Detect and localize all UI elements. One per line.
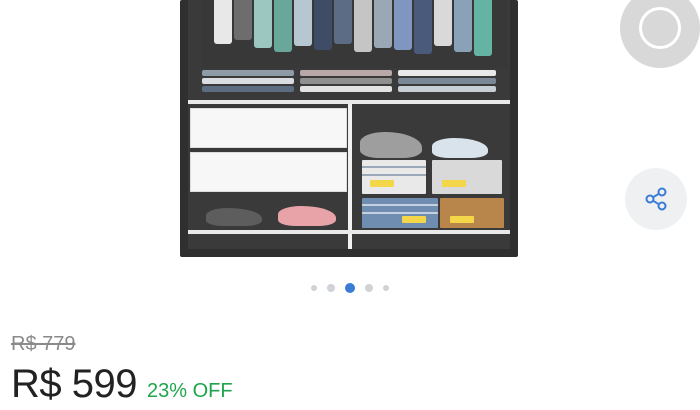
share-button[interactable] [625,168,687,230]
image-pagination [0,282,700,294]
price-row: R$ 599 23% OFF [11,362,233,407]
pagination-dot[interactable] [383,285,389,291]
discount-badge: 23% OFF [146,380,233,402]
pagination-dot-active[interactable] [345,283,355,293]
pagination-dot[interactable] [311,285,317,291]
circle-record-icon [639,7,681,49]
wardrobe-illustration [188,0,510,249]
share-icon [645,187,667,211]
drawer-top [190,108,347,148]
drawer-bottom [190,152,347,192]
hanging-clothes [202,0,507,68]
record-button[interactable] [620,0,700,68]
pagination-dot[interactable] [327,284,335,292]
current-price: R$ 599 [11,362,137,406]
old-price: R$ 779 [11,333,76,355]
pagination-dot[interactable] [365,284,373,292]
product-image[interactable] [180,0,518,257]
